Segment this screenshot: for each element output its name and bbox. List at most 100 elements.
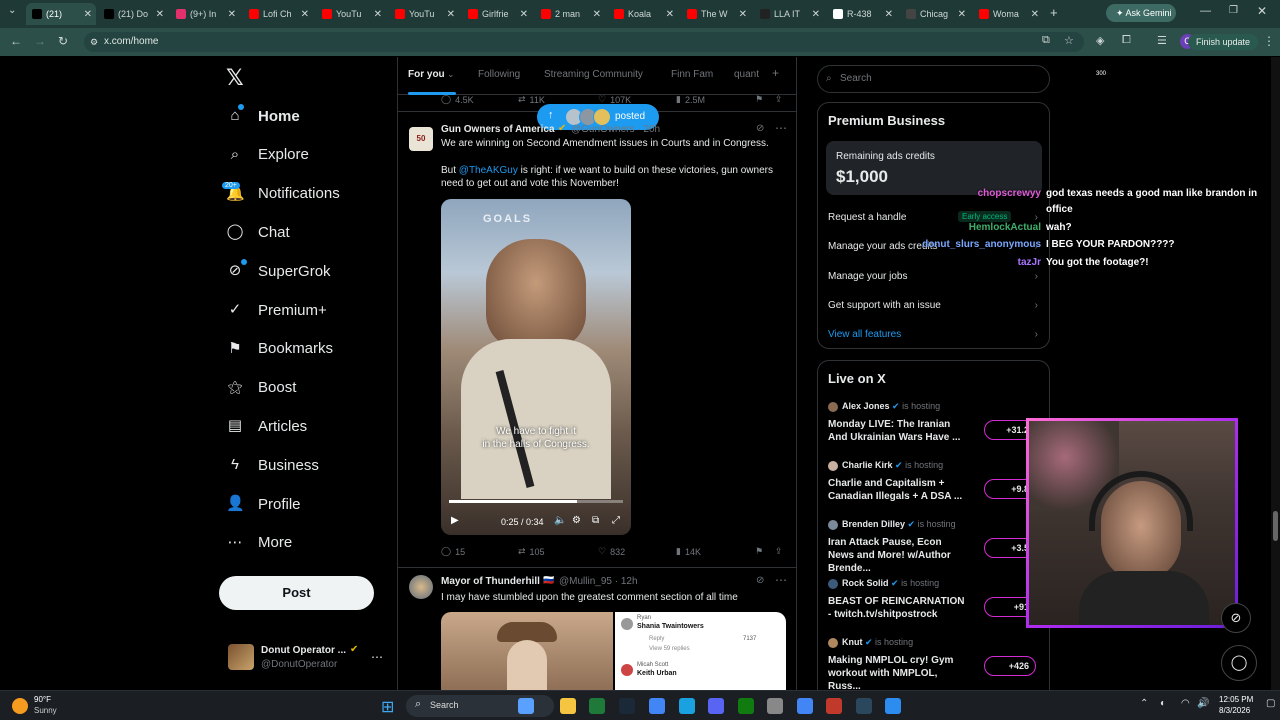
live-listeners-badge[interactable]: +426	[984, 656, 1036, 676]
add-tab-icon[interactable]: +	[772, 66, 779, 80]
nav-item-premium[interactable]: ✓ Premium+	[226, 295, 327, 325]
tray-chevron-icon[interactable]: ⌃	[1140, 698, 1148, 709]
nav-item-more[interactable]: ⋯ More	[226, 528, 293, 558]
live-host-avatar[interactable]	[828, 402, 838, 412]
finish-update-button[interactable]: Finish update	[1187, 34, 1258, 50]
live-host[interactable]: Charlie Kirk ✔ is hosting	[842, 460, 943, 471]
edge-icon[interactable]	[679, 698, 695, 714]
live-host[interactable]: Knut ✔ is hosting	[842, 637, 913, 648]
mention-link[interactable]: @TheAKGuy	[459, 165, 518, 176]
grok-icon[interactable]: ⊘	[756, 575, 764, 586]
tweet-avatar[interactable]: 50	[409, 127, 433, 151]
browser-tab[interactable]: YouTu ✕	[389, 3, 459, 25]
prev-replies[interactable]: ◯ 4.5K	[441, 94, 474, 105]
browser-tab[interactable]: Chicag ✕	[900, 3, 970, 25]
video-player[interactable]: GOALS We have to fight it in the halls of…	[441, 199, 631, 535]
extension-icon[interactable]: ◈	[1096, 34, 1104, 47]
forward-icon[interactable]: →	[34, 34, 46, 48]
bookmark-icon[interactable]: ⚑	[755, 94, 763, 105]
nav-item-articles[interactable]: ▤ Articles	[226, 411, 307, 441]
bookmark-icon[interactable]: ⚑	[755, 546, 763, 557]
nav-item-notifications[interactable]: 🔔 Notifications	[226, 179, 340, 209]
nav-item-bookmarks[interactable]: ⚑ Bookmarks	[226, 334, 333, 364]
url-field[interactable]: ⚙ x.com/home	[84, 32, 1084, 52]
browser-tab[interactable]: YouTu ✕	[316, 3, 386, 25]
steam-icon[interactable]	[619, 698, 635, 714]
tab-close-icon[interactable]: ✕	[666, 9, 674, 20]
grok-icon[interactable]: ⊘	[756, 123, 764, 134]
clock-date[interactable]: 8/3/2026	[1219, 706, 1250, 715]
nav-item-business[interactable]: ϟ Business	[226, 450, 319, 480]
live-title[interactable]: Monday LIVE: The Iranian And Ukrainian W…	[828, 418, 968, 444]
tab-close-icon[interactable]: ✕	[374, 9, 382, 20]
browser-tab[interactable]: LLA IT ✕	[754, 3, 824, 25]
live-host-avatar[interactable]	[828, 638, 838, 648]
reload-icon[interactable]: ↻	[58, 34, 68, 48]
reading-list-icon[interactable]: ☰	[1157, 34, 1167, 47]
reply-button[interactable]: ◯ 15	[441, 546, 465, 557]
tab-streaming-community[interactable]: Streaming Community	[544, 69, 643, 80]
menu-kebab-icon[interactable]: ⋮	[1263, 34, 1275, 48]
back-icon[interactable]: ←	[10, 34, 22, 48]
share-icon[interactable]: ⇪	[775, 94, 783, 105]
vpn-icon[interactable]	[885, 698, 901, 714]
tab-close-icon[interactable]: ✕	[447, 9, 455, 20]
weather-sun-icon[interactable]	[12, 698, 28, 714]
discord-icon[interactable]	[708, 698, 724, 714]
tab-close-icon[interactable]: ✕	[593, 9, 601, 20]
browser-tab[interactable]: Girlfrie ✕	[462, 3, 532, 25]
tab-close-icon[interactable]: ✕	[156, 9, 164, 20]
live-host[interactable]: Rock Solid ✔ is hosting	[842, 578, 939, 589]
browser-tab[interactable]: Woma ✕	[973, 3, 1043, 25]
tweet-author-name[interactable]: Mayor of Thunderhill	[441, 576, 540, 587]
steam-alt-icon[interactable]	[856, 698, 872, 714]
fullscreen-icon[interactable]: ⤢	[612, 515, 620, 526]
browser-tab[interactable]: Lofi Ch ✕	[243, 3, 313, 25]
prev-reposts[interactable]: ⇄ 11K	[518, 94, 545, 105]
messages-float-button[interactable]: ◯	[1221, 645, 1257, 681]
tab-close-icon[interactable]: ✕	[812, 9, 820, 20]
pip-icon[interactable]: ⧉	[592, 515, 599, 526]
tab-close-icon[interactable]: ✕	[958, 9, 966, 20]
tray-app-icon[interactable]: ◐	[1160, 698, 1166, 709]
tweet-more-icon[interactable]: ⋯	[775, 573, 787, 587]
browser-tab[interactable]: (9+) In ✕	[170, 3, 240, 25]
mute-icon[interactable]: 🔈	[554, 515, 566, 526]
volume-icon[interactable]: 🔊	[1197, 698, 1209, 709]
browser-tab[interactable]: R-438 ✕	[827, 3, 897, 25]
nav-item-chat[interactable]: ◯ Chat	[226, 217, 290, 247]
live-title[interactable]: Iran Attack Pause, Econ News and More! w…	[828, 536, 968, 575]
tweet-author-handle[interactable]: @GunOwners · 20h	[571, 124, 660, 135]
browser-tab[interactable]: (21) Do ✕	[98, 3, 168, 25]
account-more-icon[interactable]: ⋯	[371, 650, 383, 664]
scrollbar-thumb[interactable]	[1273, 511, 1278, 541]
nav-item-profile[interactable]: 👤 Profile	[226, 489, 301, 519]
get-support-row[interactable]: Get support with an issue ›	[828, 300, 1038, 311]
terminal-icon[interactable]	[589, 698, 605, 714]
live-title[interactable]: Charlie and Capitalism + Canadian Illega…	[828, 477, 968, 503]
tab-for-you[interactable]: For you	[408, 69, 445, 80]
obs-icon[interactable]	[826, 698, 842, 714]
restore-icon[interactable]: ❐	[1229, 5, 1238, 16]
live-host[interactable]: Alex Jones ✔ is hosting	[842, 401, 940, 412]
prev-views[interactable]: ▮ 2.5M	[676, 94, 705, 105]
chrome-active-icon[interactable]	[797, 698, 813, 714]
tab-finn-fam[interactable]: Finn Fam	[671, 69, 713, 80]
tab-close-icon[interactable]: ✕	[739, 9, 747, 20]
grok-float-icon[interactable]: ⊘	[1221, 603, 1251, 633]
tab-following[interactable]: Following	[478, 69, 520, 80]
manage-jobs-row[interactable]: Manage your jobs ›	[828, 271, 1038, 282]
repost-button[interactable]: ⇄ 105	[518, 546, 545, 557]
post-button[interactable]: Post	[219, 576, 374, 610]
xbox-icon[interactable]	[738, 698, 754, 714]
browser-tab[interactable]: Koala ✕	[608, 3, 678, 25]
tab-close-icon[interactable]: ✕	[885, 9, 893, 20]
close-window-icon[interactable]: ✕	[1257, 4, 1267, 18]
tweet-more-icon[interactable]: ⋯	[775, 121, 787, 135]
view-all-features-row[interactable]: View all features ›	[828, 329, 1038, 340]
notifications-tray-icon[interactable]: ▢	[1266, 698, 1275, 709]
tweet-avatar[interactable]	[409, 575, 433, 599]
page-scrollbar[interactable]	[1271, 57, 1280, 690]
install-app-icon[interactable]: ⧉	[1042, 34, 1050, 47]
browser-tab[interactable]: The W ✕	[681, 3, 751, 25]
